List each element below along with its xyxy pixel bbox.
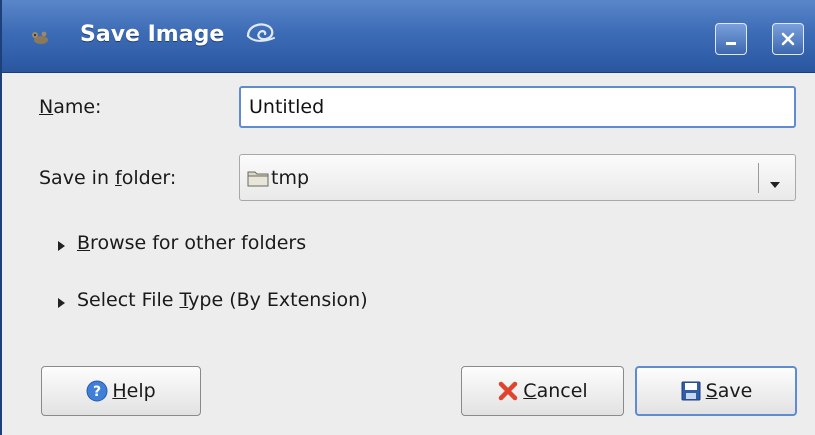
name-input[interactable] bbox=[239, 86, 796, 128]
select-file-type-label: Select File Type (By Extension) bbox=[77, 289, 368, 311]
name-label: Name: bbox=[39, 96, 102, 118]
gimp-wilber-icon[interactable] bbox=[30, 30, 52, 44]
minimize-button[interactable] bbox=[715, 23, 747, 55]
svg-text:?: ? bbox=[93, 384, 101, 400]
folder-combobox[interactable]: tmp bbox=[239, 154, 796, 201]
browse-other-folders-expander[interactable]: Browse for other folders bbox=[57, 232, 306, 254]
lizard-icon bbox=[244, 18, 280, 46]
save-image-dialog: Save Image Name: Save in folder: bbox=[0, 0, 815, 435]
cancel-button-label: Cancel bbox=[523, 380, 588, 402]
expander-arrow-icon bbox=[57, 294, 67, 308]
combobox-separator bbox=[758, 163, 759, 193]
save-button[interactable]: Save bbox=[635, 366, 797, 416]
select-file-type-expander[interactable]: Select File Type (By Extension) bbox=[57, 289, 368, 311]
folder-combobox-value: tmp bbox=[271, 167, 310, 189]
chevron-down-icon[interactable] bbox=[769, 174, 781, 193]
help-button[interactable]: ? Help bbox=[41, 366, 201, 416]
folder-icon bbox=[247, 169, 269, 187]
cancel-button[interactable]: Cancel bbox=[461, 366, 624, 416]
floppy-disk-icon bbox=[681, 381, 701, 401]
help-button-label: Help bbox=[112, 380, 156, 402]
window-title: Save Image bbox=[80, 22, 225, 47]
title-bar[interactable]: Save Image bbox=[2, 0, 815, 73]
minimize-icon bbox=[726, 42, 736, 45]
save-button-label: Save bbox=[705, 380, 753, 402]
save-in-folder-label: Save in folder: bbox=[39, 167, 177, 189]
browse-other-folders-label: Browse for other folders bbox=[77, 232, 307, 254]
close-icon bbox=[781, 32, 795, 46]
expander-arrow-icon bbox=[57, 237, 67, 251]
help-icon: ? bbox=[86, 380, 108, 402]
cancel-x-icon bbox=[499, 381, 518, 401]
close-button[interactable] bbox=[772, 23, 804, 55]
